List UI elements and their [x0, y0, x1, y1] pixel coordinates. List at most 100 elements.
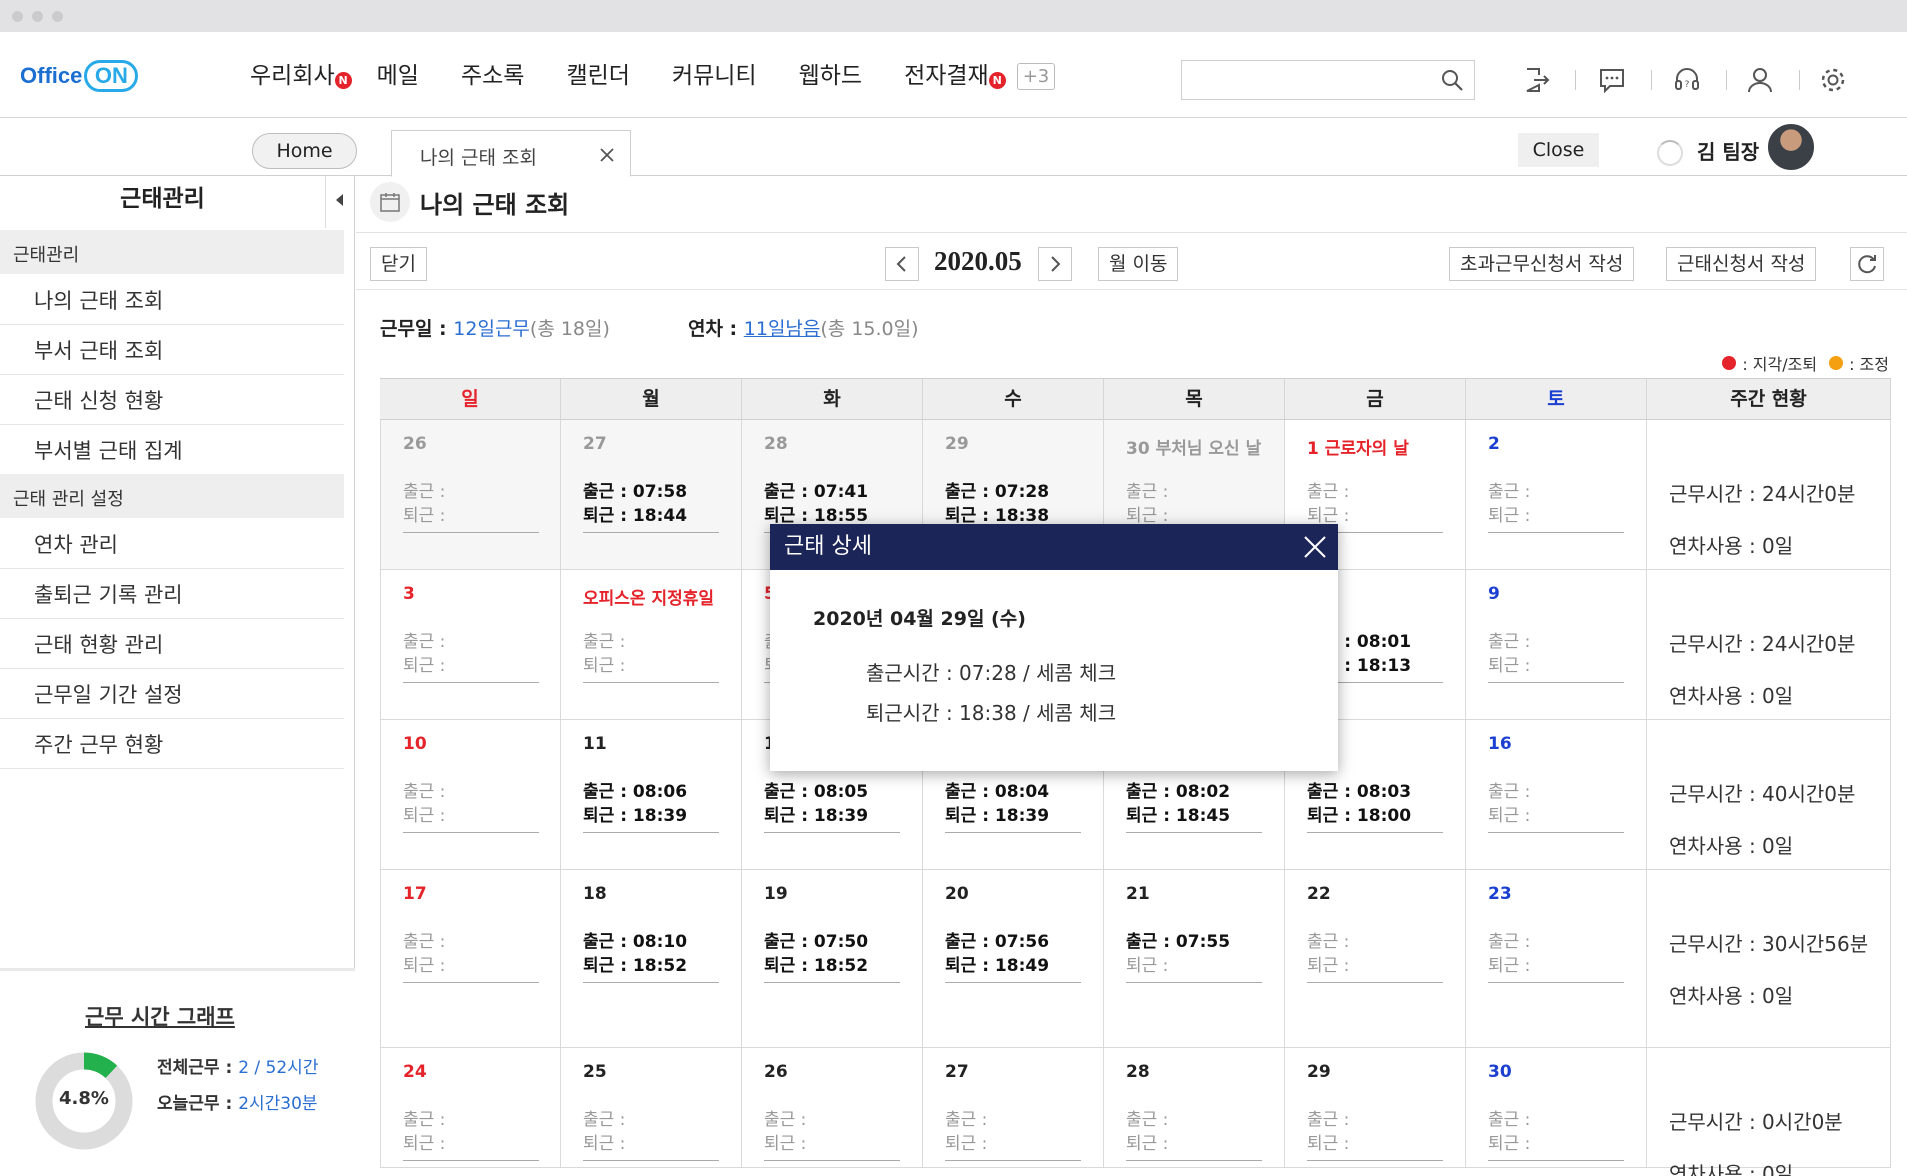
weekly-leave-used: 연차사용 : 0일: [1669, 984, 1794, 1008]
nav-item-label: 전자결재: [904, 63, 989, 89]
close-icon[interactable]: [600, 148, 614, 162]
calendar-day-cell[interactable]: 27 출근 : 07:58 퇴근 : 18:44: [561, 420, 742, 569]
user-name[interactable]: 김 팀장: [1697, 136, 1759, 165]
gear-icon[interactable]: [1818, 65, 1848, 95]
calendar-day-cell[interactable]: 11 출근 : 08:06 퇴근 : 18:39: [561, 720, 742, 869]
move-month-button[interactable]: 월 이동: [1098, 247, 1179, 281]
calendar-day-cell[interactable]: 22 출근 : 퇴근 :: [1285, 870, 1466, 1047]
check-out-line: 퇴근 : 18:39: [583, 804, 719, 828]
close-icon[interactable]: [1304, 536, 1326, 558]
day-times: 출근 : 퇴근 :: [945, 1108, 1081, 1161]
nav-item[interactable]: 우리회사 N: [250, 58, 352, 94]
window-dot-maximize[interactable]: [52, 11, 63, 22]
day-number: 20: [945, 884, 969, 904]
leave-remaining-link[interactable]: 11일남음: [744, 318, 821, 340]
overtime-request-button[interactable]: 초과근무신청서 작성: [1449, 247, 1635, 281]
check-in-line-label: 출근 :: [403, 782, 446, 802]
app-logo[interactable]: Office ON: [20, 58, 139, 94]
calendar-day-cell[interactable]: 19 출근 : 07:50 퇴근 : 18:52: [742, 870, 923, 1047]
nav-item[interactable]: 메일: [377, 58, 419, 94]
weekly-summary-cell: 근무시간 : 0시간0분 연차사용 : 0일: [1647, 1048, 1891, 1176]
check-in-line-label: 출근 :: [945, 1110, 988, 1130]
check-in-line: 출근 : 08:02: [1126, 780, 1262, 804]
weekly-summary-cell: 근무시간 : 30시간56분 연차사용 : 0일: [1647, 870, 1891, 1047]
nav-item[interactable]: 캘린더: [566, 58, 629, 94]
modal-header: 근태 상세: [770, 524, 1338, 570]
calendar-day-cell[interactable]: 26 출근 : 퇴근 :: [742, 1048, 923, 1167]
weekly-summary-cell: 근무시간 : 24시간0분 연차사용 : 0일: [1647, 570, 1891, 719]
attendance-request-button[interactable]: 근태신청서 작성: [1666, 247, 1817, 281]
refresh-button[interactable]: [1850, 247, 1884, 281]
close-page-button[interactable]: 닫기: [370, 247, 427, 281]
nav-item[interactable]: 주소록: [461, 58, 524, 94]
nav-more-button[interactable]: +3: [1016, 62, 1056, 90]
user-profile-icon[interactable]: [1745, 65, 1775, 95]
message-icon[interactable]: [1597, 65, 1627, 95]
day-number: 30: [1488, 1062, 1512, 1082]
calendar-day-cell[interactable]: 17 출근 : 퇴근 :: [380, 870, 561, 1047]
close-all-button[interactable]: Close: [1518, 133, 1599, 167]
nav-item[interactable]: 커뮤니티: [672, 58, 757, 94]
calendar-day-cell[interactable]: 16 출근 : 퇴근 :: [1466, 720, 1647, 869]
calendar-day-cell[interactable]: 23 출근 : 퇴근 :: [1466, 870, 1647, 1047]
check-in-line-label: 출근 :: [1488, 932, 1531, 952]
check-out-line-label: 퇴근 :: [403, 506, 446, 526]
calendar-day-cell[interactable]: 25 출근 : 퇴근 :: [561, 1048, 742, 1167]
calendar-day-cell[interactable]: 2 출근 : 퇴근 :: [1466, 420, 1647, 569]
calendar-day-cell[interactable]: 30 출근 : 퇴근 :: [1466, 1048, 1647, 1167]
tab-my-attendance[interactable]: 나의 근태 조회: [391, 130, 631, 177]
check-in-line-value: 08:10: [632, 932, 688, 952]
day-times: 출근 : 퇴근 :: [403, 780, 539, 833]
home-button[interactable]: Home: [252, 133, 357, 169]
check-in-line-value: 08:03: [1356, 782, 1412, 802]
calendar-day-cell[interactable]: 28 출근 : 퇴근 :: [1104, 1048, 1285, 1167]
sidebar-item[interactable]: 근태 현황 관리: [0, 619, 344, 669]
sidebar-collapse-button[interactable]: [325, 176, 355, 228]
check-out-line-label: 퇴근 :: [1126, 806, 1176, 826]
sidebar-item[interactable]: 부서 근태 조회: [0, 325, 344, 375]
day-times: 출근 : 퇴근 :: [403, 1108, 539, 1161]
check-in-line-label: 출근 :: [583, 1110, 626, 1130]
check-in-line-label: 출근 :: [945, 932, 995, 952]
check-out-line-label: 퇴근 :: [1488, 806, 1531, 826]
calendar-day-cell[interactable]: 26 출근 : 퇴근 :: [380, 420, 561, 569]
sidebar-item[interactable]: 연차 관리: [0, 519, 344, 569]
calendar-day-cell[interactable]: 27 출근 : 퇴근 :: [923, 1048, 1104, 1167]
sidebar-item[interactable]: 근태 신청 현황: [0, 375, 344, 425]
sidebar-item[interactable]: 주간 근무 현황: [0, 719, 344, 769]
new-badge: N: [334, 72, 352, 89]
calendar-day-cell[interactable]: 9 출근 : 퇴근 :: [1466, 570, 1647, 719]
next-month-button[interactable]: [1038, 247, 1072, 281]
calendar-day-cell[interactable]: 29 출근 : 퇴근 :: [1285, 1048, 1466, 1167]
check-out-line-label: 퇴근 :: [945, 1134, 988, 1154]
sidebar-group-settings[interactable]: 근태 관리 설정: [0, 474, 344, 518]
window-dot-minimize[interactable]: [32, 11, 43, 22]
sidebar-item[interactable]: 근무일 기간 설정: [0, 669, 344, 719]
window-dot-close[interactable]: [12, 11, 23, 22]
day-times: 출근 : 퇴근 :: [1488, 480, 1624, 533]
window-titlebar: [0, 0, 1907, 32]
calendar-day-cell[interactable]: 18 출근 : 08:10 퇴근 : 18:52: [561, 870, 742, 1047]
search-box[interactable]: [1181, 60, 1475, 100]
tab-bar: Home 나의 근태 조회 Close 김 팀장: [0, 118, 1907, 177]
sidebar-group-attendance[interactable]: 근태관리: [0, 230, 344, 274]
calendar-day-cell[interactable]: 10 출근 : 퇴근 :: [380, 720, 561, 869]
calendar-day-cell[interactable]: 오피스온 지정휴일 출근 : 퇴근 :: [561, 570, 742, 719]
day-times: 출근 : 08:04 퇴근 : 18:39: [945, 780, 1081, 833]
calendar-day-cell[interactable]: 3 출근 : 퇴근 :: [380, 570, 561, 719]
sidebar-item[interactable]: 출퇴근 기록 관리: [0, 569, 344, 619]
search-icon[interactable]: [1440, 68, 1464, 92]
nav-item[interactable]: 웹하드: [799, 58, 862, 94]
calendar-day-cell[interactable]: 21 출근 : 07:55 퇴근 :: [1104, 870, 1285, 1047]
nav-item[interactable]: 전자결재 N: [904, 58, 1006, 94]
calendar-day-cell[interactable]: 24 출근 : 퇴근 :: [380, 1048, 561, 1167]
support-headset-icon[interactable]: ?: [1672, 65, 1702, 95]
calendar-day-cell[interactable]: 20 출근 : 07:56 퇴근 : 18:49: [923, 870, 1104, 1047]
logout-icon[interactable]: [1522, 65, 1552, 95]
sidebar-item[interactable]: 나의 근태 조회: [0, 275, 344, 325]
sidebar-item[interactable]: 부서별 근태 집계: [0, 425, 344, 475]
prev-month-button[interactable]: [885, 247, 919, 281]
weekday-header: 목: [1104, 379, 1285, 419]
day-times: 출근 : 08:05 퇴근 : 18:39: [764, 780, 900, 833]
avatar[interactable]: [1766, 122, 1816, 172]
